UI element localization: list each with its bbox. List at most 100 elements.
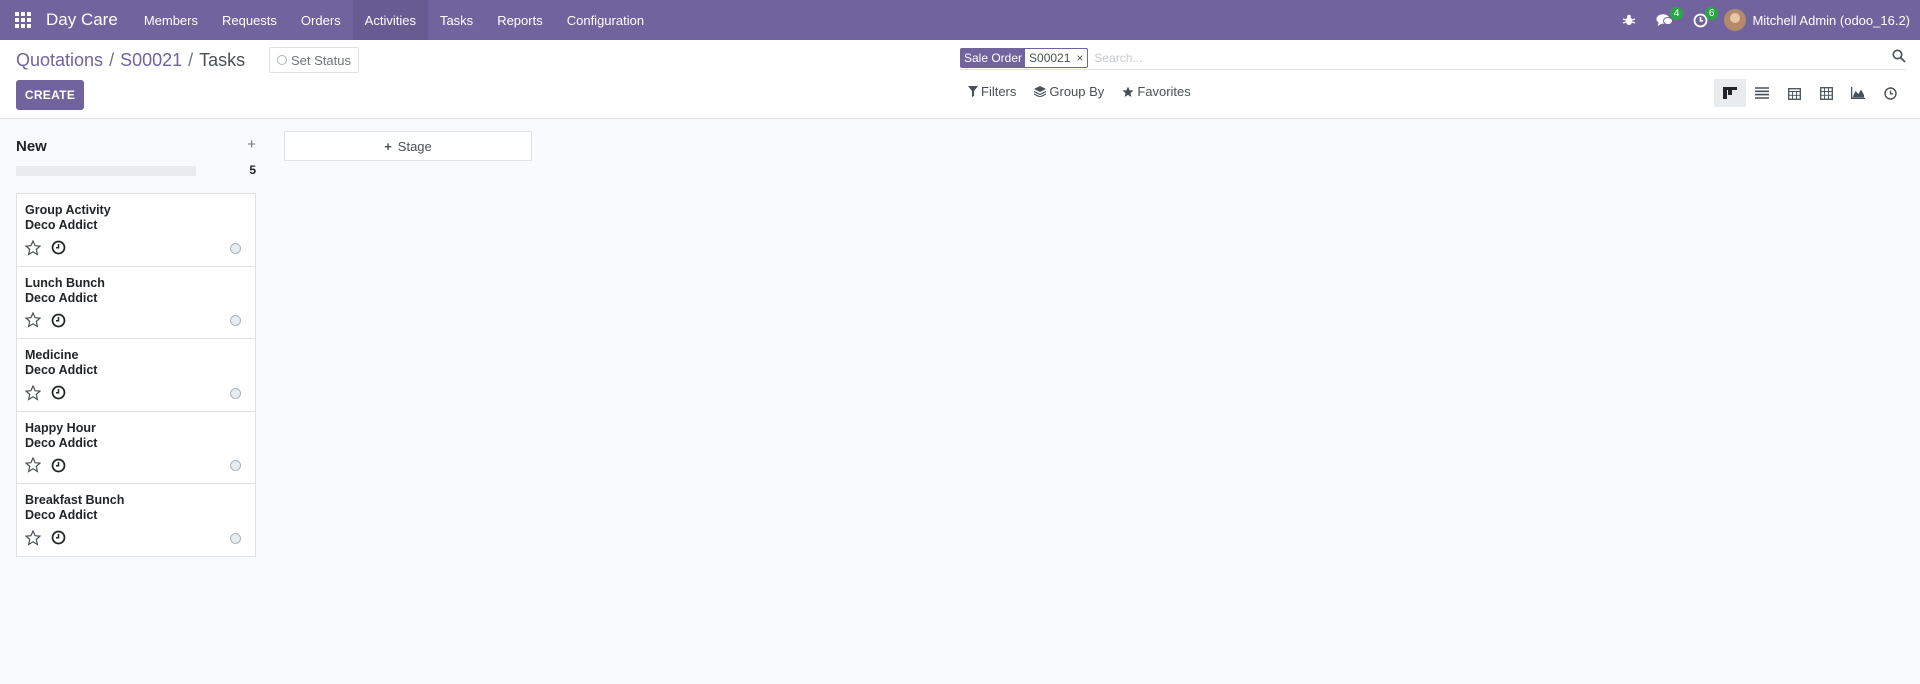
kanban-state-indicator[interactable] (230, 315, 241, 326)
view-switcher (1714, 79, 1906, 107)
breadcrumb: Quotations / S00021 / Tasks (16, 50, 245, 71)
card-title: Medicine (25, 348, 79, 362)
main-menu: Members Requests Orders Activities Tasks… (132, 0, 656, 40)
kanban-card[interactable]: Group Activity Deco Addict (16, 193, 256, 267)
star-outline-icon[interactable] (25, 384, 41, 401)
debug-icon[interactable] (1612, 0, 1646, 40)
filter-icon (968, 86, 978, 97)
facet-value-text: S00021 (1029, 50, 1071, 65)
add-stage-label: Stage (397, 138, 432, 154)
activity-clock-icon[interactable] (51, 530, 66, 545)
apps-menu-icon[interactable] (0, 0, 46, 40)
kanban-icon (1723, 87, 1737, 99)
group-by-button[interactable]: Group By (1034, 84, 1104, 99)
star-outline-icon[interactable] (25, 529, 41, 546)
create-button[interactable]: CREATE (16, 80, 84, 110)
user-menu[interactable]: Mitchell Admin (odoo_16.2) (1718, 9, 1920, 31)
app-brand[interactable]: Day Care (46, 10, 132, 30)
facet-value: S00021 × (1025, 49, 1087, 67)
breadcrumb-quotations[interactable]: Quotations (16, 50, 103, 71)
set-status-button[interactable]: Set Status (269, 47, 359, 73)
menu-item-orders[interactable]: Orders (289, 0, 353, 40)
favorites-label: Favorites (1137, 84, 1191, 99)
card-title: Group Activity (25, 203, 111, 217)
top-navbar: Day Care Members Requests Orders Activit… (0, 0, 1920, 40)
facet-remove-icon[interactable]: × (1076, 51, 1083, 65)
add-stage-button[interactable]: + Stage (284, 131, 532, 161)
star-outline-icon[interactable] (25, 239, 41, 256)
menu-item-configuration[interactable]: Configuration (555, 0, 656, 40)
filter-bar: Filters Group By Favorites (968, 84, 1191, 99)
card-customer: Deco Addict (25, 508, 98, 522)
graph-view-button[interactable] (1842, 79, 1874, 107)
filters-label: Filters (981, 84, 1017, 99)
group-by-label: Group By (1049, 84, 1105, 99)
messages-icon[interactable]: 4 (1646, 0, 1684, 40)
card-title: Happy Hour (25, 420, 96, 435)
calendar-icon (1787, 87, 1801, 100)
activity-clock-icon[interactable] (51, 313, 66, 328)
card-title: Breakfast Bunch (25, 493, 125, 507)
kanban-card[interactable]: Happy Hour Deco Addict (16, 410, 256, 484)
user-name: Mitchell Admin (odoo_16.2) (1752, 12, 1910, 28)
kanban-board: New + 5 Group Activity Deco Addict Lunch… (0, 120, 1920, 684)
pivot-icon (1819, 86, 1833, 100)
column-title[interactable]: New (16, 138, 47, 155)
facet-label: Sale Order (961, 48, 1026, 67)
kanban-state-indicator[interactable] (230, 387, 241, 399)
star-icon (1122, 86, 1134, 97)
kanban-state-indicator[interactable] (230, 460, 241, 471)
graph-icon (1851, 87, 1865, 99)
calendar-view-button[interactable] (1778, 79, 1810, 107)
status-circle-icon (277, 55, 287, 65)
control-panel: Quotations / S00021 / Tasks Set Status C… (0, 40, 1920, 119)
systray: 4 6 Mitchell Admin (odoo_16.2) (1612, 0, 1920, 40)
breadcrumb-order[interactable]: S00021 (120, 50, 182, 71)
avatar (1724, 9, 1747, 31)
kanban-state-indicator[interactable] (230, 242, 241, 254)
card-customer: Deco Addict (25, 290, 98, 305)
kanban-card[interactable]: Breakfast Bunch Deco Addict (16, 483, 256, 557)
quick-create-plus-icon[interactable]: + (247, 136, 256, 153)
activity-view-button[interactable] (1874, 79, 1906, 107)
activity-clock-icon[interactable] (51, 385, 66, 400)
card-customer: Deco Addict (25, 435, 98, 450)
layers-icon (1034, 86, 1047, 97)
plus-icon: + (384, 138, 392, 154)
activities-clock-icon[interactable]: 6 (1683, 0, 1719, 40)
kanban-state-indicator[interactable] (230, 532, 241, 544)
breadcrumb-separator: / (188, 50, 194, 70)
menu-item-tasks[interactable]: Tasks (428, 0, 485, 40)
pivot-view-button[interactable] (1810, 79, 1842, 107)
card-list: Group Activity Deco Addict Lunch Bunch D… (16, 193, 256, 557)
activity-clock-icon[interactable] (51, 240, 66, 255)
breadcrumb-separator: / (109, 50, 115, 70)
favorites-button[interactable]: Favorites (1122, 84, 1191, 99)
list-icon (1755, 87, 1769, 99)
menu-item-requests[interactable]: Requests (210, 0, 289, 40)
kanban-card[interactable]: Medicine Deco Addict (16, 338, 256, 412)
search-bar: Sale Order S00021 × (960, 46, 1906, 70)
card-customer: Deco Addict (25, 363, 98, 377)
breadcrumb-current: Tasks (199, 50, 246, 70)
star-outline-icon[interactable] (25, 312, 41, 328)
menu-item-activities[interactable]: Activities (352, 0, 428, 40)
card-title: Lunch Bunch (25, 275, 105, 290)
search-input[interactable] (1094, 50, 1906, 65)
column-progress-bar[interactable] (16, 166, 196, 176)
column-count: 5 (249, 163, 256, 177)
activity-icon (1883, 86, 1897, 100)
filters-button[interactable]: Filters (968, 84, 1016, 99)
menu-item-members[interactable]: Members (132, 0, 210, 40)
set-status-label: Set Status (291, 52, 351, 68)
activity-clock-icon[interactable] (51, 458, 66, 473)
kanban-card[interactable]: Lunch Bunch Deco Addict (16, 265, 256, 339)
list-view-button[interactable] (1746, 79, 1778, 107)
search-icon[interactable] (1892, 49, 1906, 66)
kanban-view-button[interactable] (1714, 79, 1746, 107)
menu-item-reports[interactable]: Reports (485, 0, 555, 40)
activities-badge: 6 (1704, 7, 1719, 20)
card-customer: Deco Addict (25, 218, 98, 232)
messages-badge: 4 (1669, 7, 1684, 20)
star-outline-icon[interactable] (25, 457, 41, 473)
